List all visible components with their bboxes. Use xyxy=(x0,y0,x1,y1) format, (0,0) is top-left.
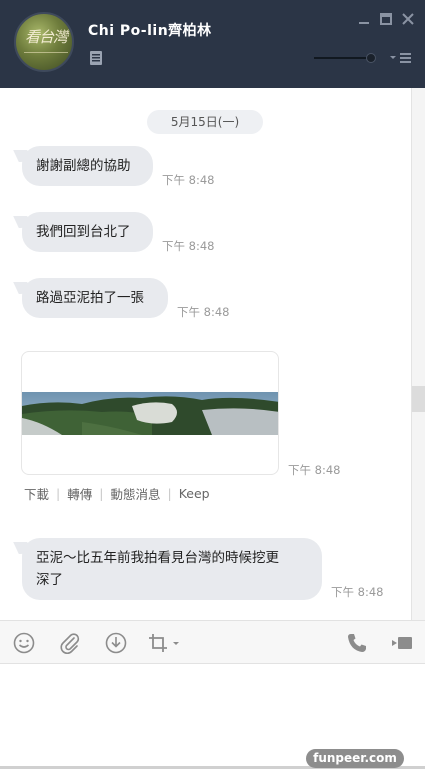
chat-scrollbar[interactable] xyxy=(411,88,425,620)
scroll-thumb[interactable] xyxy=(412,386,425,412)
divider: | xyxy=(99,486,104,501)
message-bubble[interactable]: 亞泥～比五年前我拍看見台灣的時候挖更 深了 xyxy=(22,538,322,600)
menu-icon[interactable] xyxy=(389,51,413,65)
minimize-icon[interactable] xyxy=(357,12,371,26)
emoji-icon[interactable] xyxy=(12,631,36,655)
message-bubble[interactable]: 路過亞泥拍了一張 xyxy=(22,278,168,318)
watermark-badge: funpeer.com xyxy=(306,749,404,768)
composer-toolbar xyxy=(0,620,425,664)
avatar-logo-text: 看台灣 xyxy=(24,28,68,46)
message-time: 下午 8:48 xyxy=(177,305,230,319)
image-actions: 下載 | 轉傳 | 動態消息 | Keep xyxy=(24,484,210,503)
download-link[interactable]: 下載 xyxy=(24,484,49,503)
divider: | xyxy=(56,486,61,501)
timeline-link[interactable]: 動態消息 xyxy=(110,484,160,503)
message-bubble[interactable]: 謝謝副總的協助 xyxy=(22,146,153,186)
chat-messages[interactable]: 5月15日(一) 謝謝副總的協助 下午 8:48 我們回到台北了 下午 8:48… xyxy=(0,88,411,620)
message-time: 下午 8:48 xyxy=(162,239,215,253)
message-time: 下午 8:48 xyxy=(331,585,384,599)
video-icon[interactable] xyxy=(390,631,414,655)
window-controls xyxy=(357,12,415,26)
maximize-icon[interactable] xyxy=(379,12,393,26)
phone-icon[interactable] xyxy=(345,631,369,655)
note-icon[interactable] xyxy=(89,50,103,66)
date-separator: 5月15日(一) xyxy=(147,110,263,134)
contact-name: Chi Po-lin齊柏林 xyxy=(88,23,212,39)
contact-avatar[interactable]: 看台灣 xyxy=(14,12,74,72)
download-icon[interactable] xyxy=(104,631,128,655)
close-icon[interactable] xyxy=(401,12,415,26)
volume-slider[interactable] xyxy=(314,53,376,63)
message-line: 亞泥～比五年前我拍看見台灣的時候挖更 xyxy=(36,550,279,566)
keep-link[interactable]: Keep xyxy=(179,486,210,501)
message-bubble[interactable]: 我們回到台北了 xyxy=(22,212,153,252)
image-message[interactable] xyxy=(21,351,279,475)
attachment-icon[interactable] xyxy=(58,631,82,655)
avatar-decoration xyxy=(24,52,68,58)
message-line: 深了 xyxy=(36,572,63,588)
message-time: 下午 8:48 xyxy=(162,173,215,187)
forward-link[interactable]: 轉傳 xyxy=(67,484,92,503)
quarry-photo[interactable] xyxy=(22,392,279,435)
slider-knob[interactable] xyxy=(366,53,376,63)
divider: | xyxy=(167,486,172,501)
chat-header: 看台灣 Chi Po-lin齊柏林 xyxy=(0,0,425,88)
message-time: 下午 8:48 xyxy=(288,463,341,477)
crop-icon[interactable] xyxy=(146,631,184,655)
